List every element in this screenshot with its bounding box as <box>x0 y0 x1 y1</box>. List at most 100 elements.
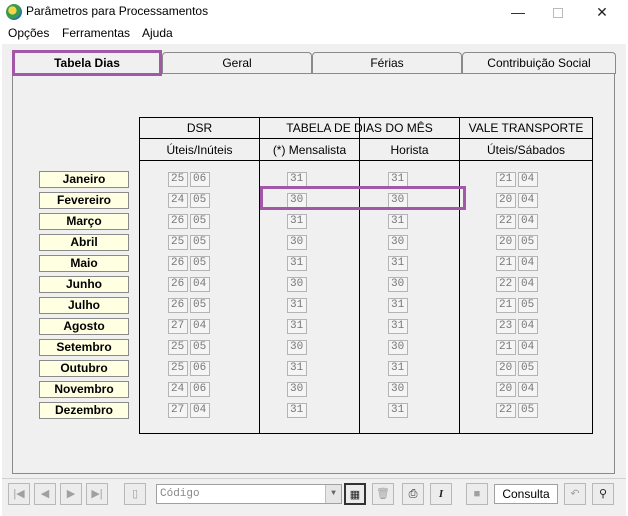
minimize-button[interactable]: — <box>496 0 540 24</box>
tab-contribuicao-social[interactable]: Contribuição Social <box>462 52 616 74</box>
mensalista-field[interactable]: 31 <box>287 256 307 271</box>
horista-field[interactable]: 31 <box>388 298 408 313</box>
vt-sabados-field[interactable]: 05 <box>518 361 538 376</box>
dsr-inuteis-field[interactable]: 05 <box>190 193 210 208</box>
dsr-uteis-field[interactable]: 25 <box>168 361 188 376</box>
close-button[interactable]: ✕ <box>580 0 624 24</box>
dsr-inuteis-field[interactable]: 06 <box>190 172 210 187</box>
horista-field[interactable]: 31 <box>388 319 408 334</box>
first-record-icon[interactable]: |◀ <box>8 483 30 505</box>
vt-sabados-field[interactable]: 04 <box>518 319 538 334</box>
tab-strip: Tabela Dias Geral Férias Contribuição So… <box>12 52 616 76</box>
dsr-inuteis-field[interactable]: 04 <box>190 277 210 292</box>
vt-sabados-field[interactable]: 05 <box>518 403 538 418</box>
mensalista-field[interactable]: 31 <box>287 214 307 229</box>
tab-ferias[interactable]: Férias <box>312 52 462 74</box>
horista-field[interactable]: 30 <box>388 277 408 292</box>
vt-sabados-field[interactable]: 04 <box>518 214 538 229</box>
horista-field[interactable]: 30 <box>388 340 408 355</box>
vt-uteis-field[interactable]: 21 <box>496 172 516 187</box>
dsr-inuteis-field[interactable]: 04 <box>190 403 210 418</box>
menu-opcoes[interactable]: Opções <box>8 26 49 40</box>
dsr-inuteis-field[interactable]: 04 <box>190 319 210 334</box>
dsr-uteis-field[interactable]: 26 <box>168 256 188 271</box>
chevron-down-icon[interactable]: ▼ <box>325 485 341 503</box>
dsr-uteis-field[interactable]: 24 <box>168 193 188 208</box>
dsr-uteis-field[interactable]: 26 <box>168 298 188 313</box>
dsr-uteis-field[interactable]: 24 <box>168 382 188 397</box>
mensalista-field[interactable]: 30 <box>287 235 307 250</box>
vt-sabados-field[interactable]: 05 <box>518 298 538 313</box>
menu-ferramentas[interactable]: Ferramentas <box>62 26 130 40</box>
mensalista-field[interactable]: 31 <box>287 319 307 334</box>
last-record-icon[interactable]: ▶| <box>86 483 108 505</box>
horista-field[interactable]: 31 <box>388 172 408 187</box>
vt-uteis-field[interactable]: 20 <box>496 382 516 397</box>
grid-view-icon[interactable]: ▦ <box>344 483 366 505</box>
new-document-icon[interactable]: ▯ <box>124 483 146 505</box>
dsr-inuteis-field[interactable]: 06 <box>190 382 210 397</box>
vt-uteis-field[interactable]: 20 <box>496 361 516 376</box>
dsr-inuteis-field[interactable]: 05 <box>190 298 210 313</box>
vt-uteis-field[interactable]: 22 <box>496 403 516 418</box>
bottom-toolbar: |◀ ◀ ▶ ▶| ▯ Código ▼ ▦ 🗑 ⎙ I ■ Consulta … <box>2 478 626 510</box>
mensalista-field[interactable]: 31 <box>287 172 307 187</box>
dsr-uteis-field[interactable]: 26 <box>168 277 188 292</box>
vt-sabados-field[interactable]: 04 <box>518 172 538 187</box>
mensalista-field[interactable]: 31 <box>287 298 307 313</box>
vt-uteis-field[interactable]: 21 <box>496 298 516 313</box>
dsr-inuteis-field[interactable]: 06 <box>190 361 210 376</box>
dsr-inuteis-field[interactable]: 05 <box>190 214 210 229</box>
tab-geral[interactable]: Geral <box>162 52 312 74</box>
dsr-uteis-field[interactable]: 27 <box>168 403 188 418</box>
mensalista-field[interactable]: 30 <box>287 193 307 208</box>
horista-field[interactable]: 31 <box>388 361 408 376</box>
horista-field[interactable]: 31 <box>388 214 408 229</box>
dsr-inuteis-field[interactable]: 05 <box>190 235 210 250</box>
trash-icon[interactable]: 🗑 <box>372 483 394 505</box>
undo-icon[interactable]: ↶ <box>564 483 586 505</box>
vt-sabados-field[interactable]: 04 <box>518 340 538 355</box>
dsr-uteis-field[interactable]: 26 <box>168 214 188 229</box>
mensalista-field[interactable]: 30 <box>287 340 307 355</box>
vt-uteis-field[interactable]: 20 <box>496 193 516 208</box>
dsr-uteis-field[interactable]: 25 <box>168 340 188 355</box>
vt-uteis-field[interactable]: 21 <box>496 340 516 355</box>
dsr-uteis-field[interactable]: 25 <box>168 235 188 250</box>
vt-sabados-field[interactable]: 04 <box>518 382 538 397</box>
horista-field[interactable]: 31 <box>388 256 408 271</box>
mensalista-field[interactable]: 30 <box>287 277 307 292</box>
save-icon[interactable]: ■ <box>466 483 488 505</box>
italic-button[interactable]: I <box>430 483 452 505</box>
menu-ajuda[interactable]: Ajuda <box>142 26 173 40</box>
table-divider <box>140 138 592 139</box>
vt-sabados-field[interactable]: 04 <box>518 256 538 271</box>
vt-uteis-field[interactable]: 21 <box>496 256 516 271</box>
dsr-inuteis-field[interactable]: 05 <box>190 256 210 271</box>
horista-field[interactable]: 31 <box>388 403 408 418</box>
tab-tabela-dias[interactable]: Tabela Dias <box>12 52 162 76</box>
printer-icon[interactable]: ⎙ <box>402 483 424 505</box>
horista-field[interactable]: 30 <box>388 235 408 250</box>
client-area: Tabela Dias Geral Férias Contribuição So… <box>2 44 626 516</box>
binoculars-icon[interactable]: ⚲ <box>592 483 614 505</box>
vt-uteis-field[interactable]: 22 <box>496 214 516 229</box>
previous-record-icon[interactable]: ◀ <box>34 483 56 505</box>
dsr-uteis-field[interactable]: 27 <box>168 319 188 334</box>
mensalista-field[interactable]: 31 <box>287 361 307 376</box>
vt-uteis-field[interactable]: 20 <box>496 235 516 250</box>
vt-uteis-field[interactable]: 23 <box>496 319 516 334</box>
vt-sabados-field[interactable]: 04 <box>518 193 538 208</box>
vt-sabados-field[interactable]: 05 <box>518 235 538 250</box>
vt-uteis-field[interactable]: 22 <box>496 277 516 292</box>
horista-field[interactable]: 30 <box>388 193 408 208</box>
vt-sabados-field[interactable]: 04 <box>518 277 538 292</box>
mensalista-field[interactable]: 31 <box>287 403 307 418</box>
mensalista-field[interactable]: 30 <box>287 382 307 397</box>
horista-field[interactable]: 30 <box>388 382 408 397</box>
dsr-uteis-field[interactable]: 25 <box>168 172 188 187</box>
maximize-button[interactable] <box>536 0 580 24</box>
next-record-icon[interactable]: ▶ <box>60 483 82 505</box>
code-combo[interactable]: Código ▼ <box>156 484 342 504</box>
dsr-inuteis-field[interactable]: 05 <box>190 340 210 355</box>
